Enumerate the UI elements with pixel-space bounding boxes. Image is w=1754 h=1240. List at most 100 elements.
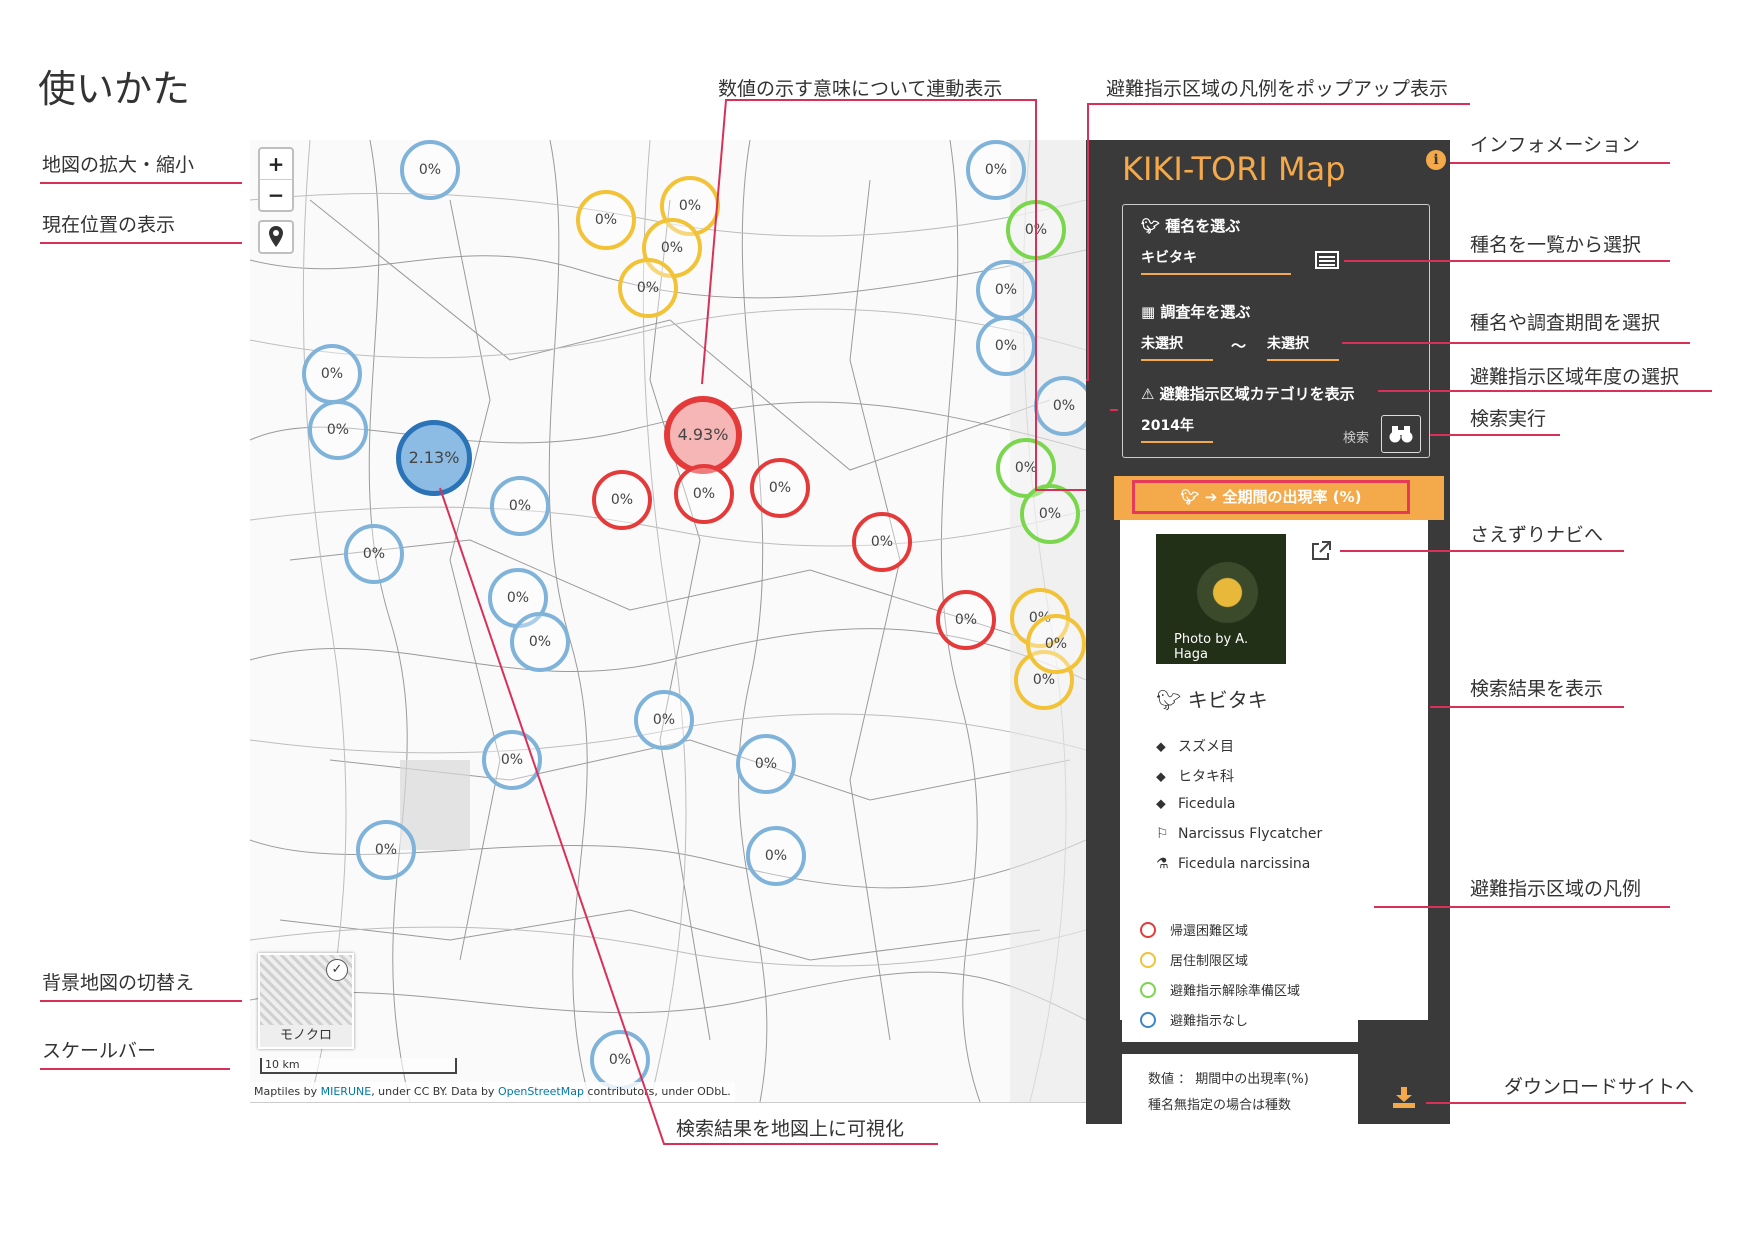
map-marker[interactable]: 0%: [344, 524, 404, 584]
annotation-line: [1342, 342, 1690, 344]
map-marker-highlight[interactable]: 2.13%: [396, 420, 472, 496]
info-icon[interactable]: i: [1426, 150, 1446, 170]
scale-bar: 10 km: [260, 1058, 457, 1074]
family-text: ヒタキ科: [1178, 769, 1234, 785]
map-marker[interactable]: 0%: [976, 316, 1036, 376]
annotation-linked-value: 数値の示す意味について連動表示: [718, 78, 1003, 100]
annotation-visualize: 検索結果を地図上に可視化: [676, 1118, 905, 1140]
annotation-line: [1430, 434, 1560, 436]
annotation-line: [40, 242, 242, 244]
zoom-out-button[interactable]: −: [260, 179, 292, 210]
legend-swatch: [1140, 922, 1156, 938]
map-marker[interactable]: 0%: [302, 344, 362, 404]
download-icon[interactable]: [1392, 1086, 1416, 1108]
map-marker[interactable]: 0%: [750, 458, 810, 518]
external-link-icon[interactable]: [1310, 540, 1332, 562]
map-marker[interactable]: 0%: [1006, 200, 1066, 260]
photo-credit: Photo by A. Haga: [1174, 632, 1249, 662]
attribution-suffix: contributors, under ODbL.: [583, 1085, 731, 1098]
annotation-line: [40, 1068, 230, 1070]
map-marker[interactable]: 0%: [966, 140, 1026, 200]
bird-icon: 🐦︎ ➔: [1180, 488, 1223, 506]
warning-icon: ⚠: [1141, 385, 1160, 403]
zoom-in-button[interactable]: +: [260, 149, 292, 179]
map-marker[interactable]: 0%: [936, 590, 996, 650]
legend-item: 居住制限区域: [1140, 950, 1248, 969]
result-scientific-name: ⚗ Ficedula narcissina: [1156, 856, 1310, 872]
rate-toggle[interactable]: 🐦︎ ➔ 全期間の出現率 (%): [1132, 480, 1410, 514]
map-marker[interactable]: 0%: [1026, 614, 1086, 674]
annotation-line: [1340, 550, 1624, 552]
map-marker[interactable]: 0%: [1034, 376, 1086, 436]
legend-item: 帰還困難区域: [1140, 920, 1248, 939]
scientific-text: Ficedula narcissina: [1178, 856, 1311, 872]
map-marker[interactable]: 0%: [400, 140, 460, 200]
legend-label: 帰還困難区域: [1170, 924, 1249, 939]
annotation-select-list: 種名を一覧から選択: [1470, 234, 1642, 256]
zone-label-text: 避難指示区域カテゴリを表示: [1159, 385, 1355, 403]
map-marker[interactable]: 0%: [746, 826, 806, 886]
map-marker[interactable]: 0%: [482, 730, 542, 790]
map-area[interactable]: + − 0% 0% 0% 0% 2.13% 0% 0% 0% 0% 4.93% …: [250, 140, 1086, 1103]
year-to-select[interactable]: 未選択: [1267, 333, 1339, 361]
map-marker[interactable]: 0%: [674, 464, 734, 524]
attribution-prefix: Maptiles by: [254, 1085, 321, 1098]
annotation-information: インフォメーション: [1470, 134, 1641, 156]
tag-icon: ⬥: [1156, 796, 1166, 812]
year-from-select[interactable]: 未選択: [1141, 333, 1213, 361]
result-species-text: キビタキ: [1187, 688, 1268, 712]
search-button[interactable]: [1381, 415, 1421, 453]
map-marker[interactable]: 0%: [1020, 484, 1080, 544]
zoom-control: + −: [258, 147, 294, 212]
legend-label: 避難指示なし: [1170, 1014, 1249, 1029]
tag-icon: ⬥: [1156, 769, 1166, 785]
map-pin-icon: [269, 226, 283, 247]
map-marker[interactable]: 0%: [590, 1030, 650, 1090]
result-species-name: 🐦︎ キビタキ: [1156, 684, 1268, 713]
legend-item: 避難指示解除準備区域: [1140, 980, 1300, 999]
map-marker[interactable]: 0%: [510, 612, 570, 672]
species-input[interactable]: キビタキ: [1141, 247, 1291, 275]
map-marker[interactable]: 0%: [356, 820, 416, 880]
map-marker[interactable]: 0%: [490, 476, 550, 536]
attribution-mid: , under CC BY. Data by: [371, 1085, 498, 1098]
calendar-icon: ▦: [1141, 303, 1161, 321]
legend-label: 避難指示解除準備区域: [1170, 984, 1301, 999]
annotation-basemap: 背景地図の切替え: [42, 972, 195, 994]
annotation-line: [1426, 1102, 1686, 1104]
annotation-select-zone-year: 避難指示区域年度の選択: [1470, 366, 1680, 388]
map-marker-highlight[interactable]: 4.93%: [664, 396, 742, 474]
annotation-run-search: 検索実行: [1470, 408, 1547, 430]
locate-button[interactable]: [258, 220, 294, 254]
side-panel: KIKI-TORI Map i 🐦︎ 種名を選ぶ キビタキ ▦ 調査年を選ぶ 未…: [1086, 140, 1450, 1124]
map-marker[interactable]: 0%: [736, 734, 796, 794]
mierune-link[interactable]: MIERUNE: [321, 1085, 372, 1098]
map-marker[interactable]: 0%: [852, 512, 912, 572]
map-marker[interactable]: 0%: [592, 470, 652, 530]
map-marker[interactable]: 0%: [618, 258, 678, 318]
genus-text: Ficedula: [1178, 796, 1236, 812]
order-text: スズメ目: [1178, 739, 1234, 755]
tag-icon: ⬥: [1156, 739, 1166, 755]
bird-icon: 🐦︎: [1156, 688, 1188, 712]
list-icon[interactable]: [1315, 251, 1339, 269]
species-label-text: 種名を選ぶ: [1165, 217, 1241, 235]
year-label: ▦ 調査年を選ぶ: [1141, 301, 1250, 322]
map-marker[interactable]: 0%: [308, 400, 368, 460]
annotation-line: [1374, 906, 1670, 908]
map-marker[interactable]: 0%: [576, 190, 636, 250]
bird-photo: Photo by A. Haga: [1156, 534, 1286, 664]
rate-header: 🐦︎ ➔ 全期間の出現率 (%): [1114, 476, 1444, 520]
bird-icon: 🐦︎: [1141, 217, 1166, 235]
annotation-download: ダウンロードサイトへ: [1504, 1076, 1695, 1098]
map-marker[interactable]: 0%: [634, 690, 694, 750]
note-line-1: 数値 ： 期間中の出現率(%): [1148, 1072, 1309, 1087]
osm-link[interactable]: OpenStreetMap: [498, 1085, 584, 1098]
annotation-zone-legend: 避難指示区域の凡例: [1470, 878, 1642, 900]
legend-label: 居住制限区域: [1170, 954, 1249, 969]
basemap-switcher[interactable]: ✓ モノクロ: [258, 953, 354, 1049]
binoculars-icon: [1389, 426, 1413, 443]
map-marker[interactable]: 0%: [976, 260, 1036, 320]
zone-year-select[interactable]: 2014年: [1141, 415, 1213, 443]
year-separator: 〜: [1231, 337, 1247, 355]
